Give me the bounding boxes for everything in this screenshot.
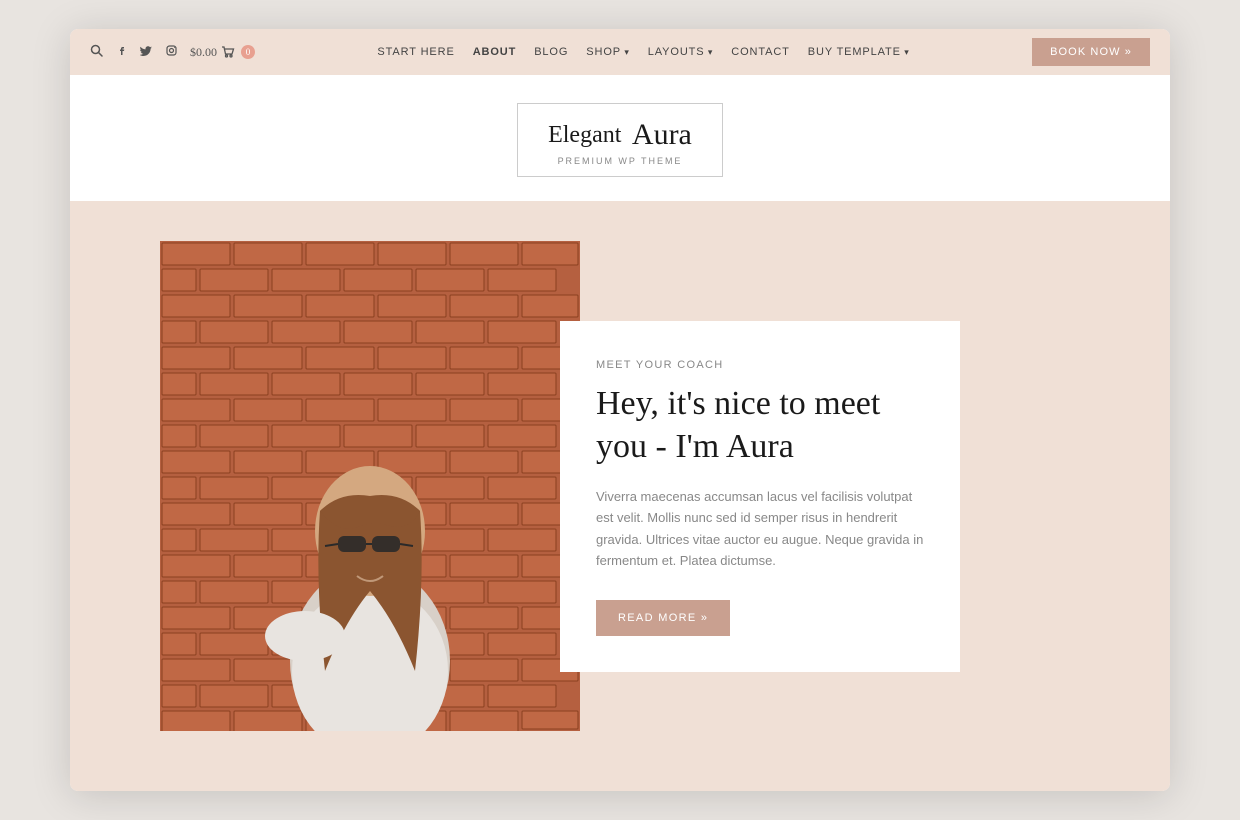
hero-photo-container — [160, 241, 580, 731]
nav-contact[interactable]: CONTACT — [731, 46, 790, 58]
logo-box: Elegant Aura PREMIUM WP THEME — [517, 103, 723, 177]
top-bar: $0.00 0 START HERE ABOUT BLOG SHOP LAYOU… — [70, 29, 1170, 75]
facebook-icon[interactable] — [115, 44, 128, 61]
browser-frame: $0.00 0 START HERE ABOUT BLOG SHOP LAYOU… — [70, 29, 1170, 791]
cart-button[interactable]: $0.00 0 — [190, 45, 255, 60]
nav-layouts[interactable]: LAYOUTS — [648, 46, 713, 58]
logo-title: Elegant Aura — [548, 118, 692, 152]
hero-photo — [160, 241, 580, 731]
logo-script: Aura — [632, 118, 692, 152]
nav-start-here[interactable]: START HERE — [377, 46, 454, 58]
main-nav: START HERE ABOUT BLOG SHOP LAYOUTS CONTA… — [377, 46, 909, 58]
logo-serif: Elegant — [548, 122, 621, 149]
nav-blog[interactable]: BLOG — [534, 46, 568, 58]
top-bar-left: $0.00 0 — [90, 44, 255, 61]
search-icon[interactable] — [90, 44, 103, 61]
logo-area: Elegant Aura PREMIUM WP THEME — [70, 75, 1170, 201]
hero-headline: Hey, it's nice to meet you - I'm Aura — [596, 383, 924, 468]
price-display: $0.00 — [190, 45, 217, 60]
logo-subtitle: PREMIUM WP THEME — [548, 156, 692, 166]
meet-label: MEET YOUR COACH — [596, 359, 924, 371]
nav-shop[interactable]: SHOP — [586, 46, 629, 58]
book-now-button[interactable]: BOOK NOW » — [1032, 38, 1150, 66]
twitter-icon[interactable] — [140, 44, 153, 61]
content-inner: MEET YOUR COACH Hey, it's nice to meet y… — [160, 201, 1080, 731]
nav-buy-template[interactable]: BUY TEMPLATE — [808, 46, 910, 58]
read-more-button[interactable]: READ MORE » — [596, 600, 730, 636]
instagram-icon[interactable] — [165, 44, 178, 61]
cart-count: 0 — [241, 45, 255, 59]
info-card: MEET YOUR COACH Hey, it's nice to meet y… — [560, 321, 960, 672]
nav-about[interactable]: ABOUT — [473, 46, 517, 58]
main-content: MEET YOUR COACH Hey, it's nice to meet y… — [70, 201, 1170, 791]
hero-body-text: Viverra maecenas accumsan lacus vel faci… — [596, 486, 924, 572]
